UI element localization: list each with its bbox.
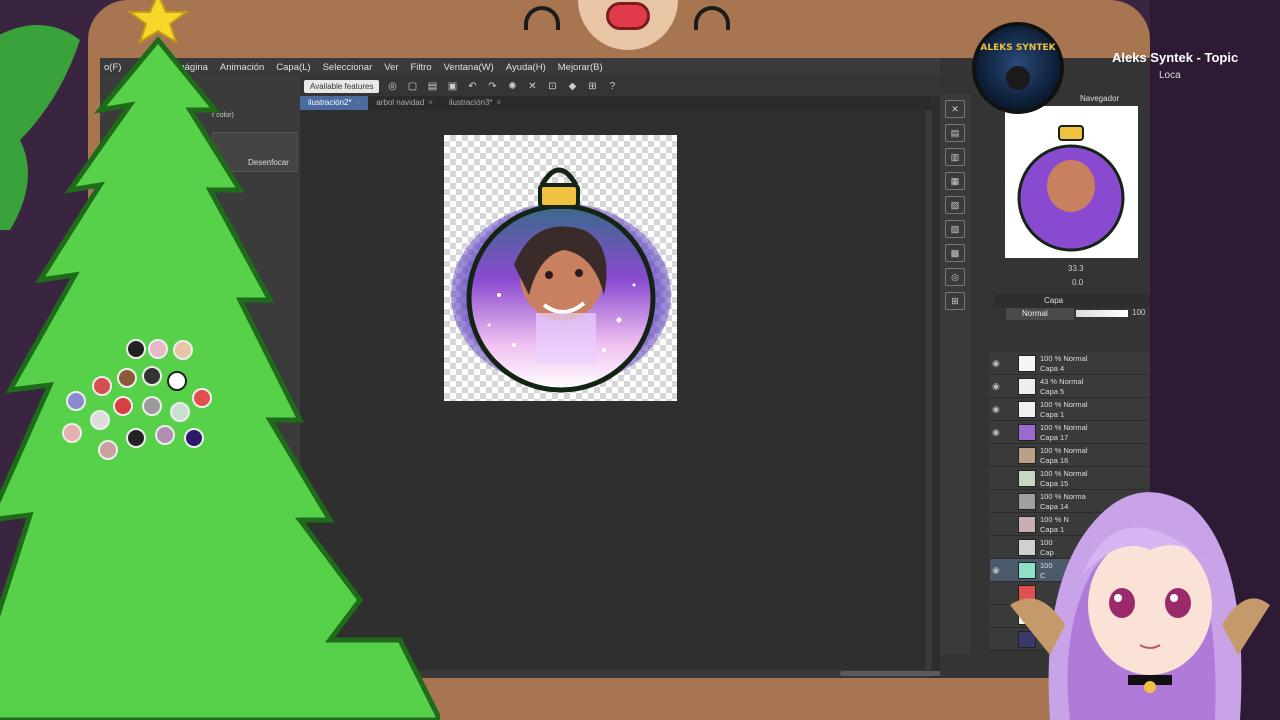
history-icon[interactable]: ▦ (945, 172, 965, 190)
panel-icon-column: ✕ ▤ ▥ ▦ ▧ ▨ ▩ ◎ ⊞ (940, 94, 970, 654)
star-icon (127, 0, 189, 45)
vertical-scrollbar[interactable] (926, 110, 932, 670)
layer-thumbnail (1018, 401, 1036, 418)
save-icon[interactable]: ▣ (445, 80, 459, 92)
tree-body (0, 36, 440, 720)
help-icon[interactable]: ? (605, 80, 619, 92)
layer-row[interactable]: ◉ 100 % Normal Capa 1 (990, 398, 1150, 421)
document-canvas[interactable] (444, 135, 677, 401)
auto-action-icon[interactable]: ▨ (945, 220, 965, 238)
layer-thumbnail (1018, 378, 1036, 395)
material-icon[interactable]: ▥ (945, 148, 965, 166)
eye-icon[interactable]: ◉ (992, 565, 1000, 576)
layer-row[interactable]: ◉ 100 % Normal Capa 4 (990, 352, 1150, 375)
opacity-slider[interactable] (1076, 310, 1128, 317)
garland-branch (0, 25, 80, 230)
album-art-image: ALEKS SYNTEK (980, 43, 1057, 90)
close-icon[interactable]: × (497, 98, 502, 107)
track-title: Aleks Syntek - Topic (1112, 50, 1239, 65)
layer-property-icon[interactable]: ▤ (945, 124, 965, 142)
christmas-tree (0, 0, 440, 720)
layer-name: Capa 5 (1040, 387, 1065, 396)
layer-panel-title[interactable]: Capa (1044, 296, 1063, 305)
reindeer-nose (606, 2, 650, 30)
menu-help[interactable]: Ayuda(H) (506, 62, 546, 73)
ornament-artwork (451, 167, 671, 393)
layer-panel-header (994, 294, 1150, 308)
layer-opacity-mode: 100 % Normal (1040, 400, 1088, 409)
layer-row[interactable]: ◉ 43 % Normal Capa 5 (990, 375, 1150, 398)
tab-label: ilustración3* (448, 98, 493, 107)
layer-opacity-mode: 43 % Normal (1040, 377, 1084, 386)
track-name: Loca (1159, 70, 1181, 81)
crop-icon[interactable]: ⊡ (545, 80, 559, 92)
album-art-text: ALEKS SYNTEK (980, 43, 1056, 53)
opacity-value[interactable]: 100 (1132, 308, 1145, 317)
clear-icon[interactable]: ✕ (525, 80, 539, 92)
menu-window[interactable]: Ventana(W) (444, 62, 494, 73)
eye-icon[interactable]: ◉ (992, 381, 1000, 392)
eye-icon[interactable]: ◉ (992, 358, 1000, 369)
undo-icon[interactable]: ↶ (465, 80, 479, 92)
layer-name: Capa 1 (1040, 410, 1065, 419)
layer-opacity-mode: 100 % Normal (1040, 423, 1088, 432)
panel-close-icon[interactable]: ✕ (945, 100, 965, 118)
layer-thumbnail (1018, 355, 1036, 372)
album-art: ALEKS SYNTEK (972, 22, 1064, 114)
vtuber-avatar (1010, 492, 1270, 720)
loading-icon[interactable]: ✺ (505, 80, 519, 92)
layer-name: Capa 4 (1040, 364, 1065, 373)
search-layer-icon[interactable]: ▧ (945, 196, 965, 214)
navigator-thumbnail (1017, 125, 1125, 252)
redo-icon[interactable]: ↷ (485, 80, 499, 92)
layer-name: Capa 17 (1040, 433, 1069, 442)
tab-illustration-3[interactable]: ilustración3* × (441, 96, 509, 110)
now-playing-widget: ALEKS SYNTEK Aleks Syntek - Topic Loca (966, 18, 1280, 114)
transform-icon[interactable]: ⊞ (585, 80, 599, 92)
navigator-preview[interactable] (1005, 106, 1138, 258)
eye-icon[interactable]: ◉ (992, 404, 1000, 415)
layer-opacity-mode: 100 % Normal (1040, 446, 1088, 455)
subview-icon[interactable]: ⊞ (945, 292, 965, 310)
zoom-value[interactable]: 33.3 (1068, 264, 1084, 273)
menu-enhance[interactable]: Mejorar(B) (558, 62, 603, 73)
layer-row[interactable]: ◉ 100 % Normal Capa 17 (990, 421, 1150, 444)
blend-mode-select[interactable]: Normal (1006, 308, 1074, 320)
eye-icon[interactable]: ◉ (992, 427, 1000, 438)
item-bank-icon[interactable]: ▩ (945, 244, 965, 262)
layer-opacity-mode: 100 % Normal (1040, 354, 1088, 363)
color-set-icon[interactable]: ◎ (945, 268, 965, 286)
rotation-value[interactable]: 0.0 (1072, 278, 1083, 287)
fill-icon[interactable]: ◆ (565, 80, 579, 92)
layer-thumbnail (1018, 424, 1036, 441)
